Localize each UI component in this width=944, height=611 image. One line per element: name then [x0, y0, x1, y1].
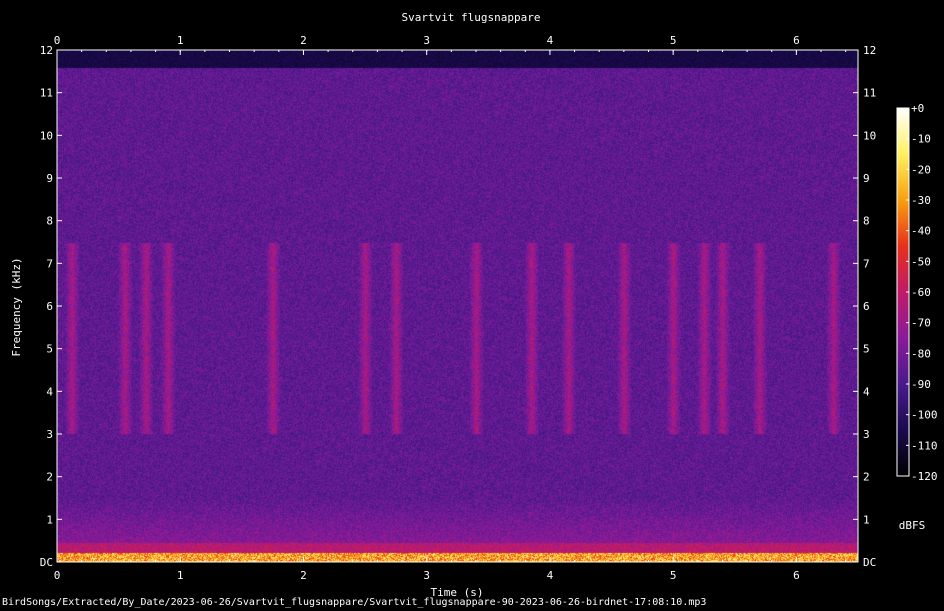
y-tick-label-right: 12 [863, 44, 876, 57]
y-tick-label-right: 11 [863, 87, 876, 100]
x-tick-label-top: 3 [423, 34, 430, 47]
colorbar-tick-label: -10 [911, 133, 931, 146]
y-tick-label-right: 2 [863, 471, 870, 484]
y-tick-label-left: 5 [46, 343, 53, 356]
y-tick-label-left: 9 [46, 172, 53, 185]
y-axis-label: Frequency (kHz) [10, 257, 23, 356]
x-tick-label-top: 2 [300, 34, 307, 47]
y-tick-label-right: DC [863, 556, 876, 569]
spectrogram-chart: Svartvit flugsnappare 00112233445566DC DC… [10, 11, 938, 599]
y-tick-label-left: 4 [46, 385, 53, 398]
y-tick-label-left: 10 [40, 129, 53, 142]
colorbar-tick-label: -80 [911, 347, 931, 360]
x-tick-label-bottom: 6 [793, 569, 800, 582]
x-tick-label-bottom: 3 [423, 569, 430, 582]
y-tick-label-right: 5 [863, 343, 870, 356]
x-tick-label-bottom: 4 [547, 569, 554, 582]
chart-title: Svartvit flugsnappare [401, 11, 540, 24]
y-tick-label-right: 10 [863, 129, 876, 142]
colorbar-tick-label: -50 [911, 255, 931, 268]
spectrogram-image [57, 50, 858, 562]
colorbar-tick-label: -60 [911, 286, 931, 299]
y-tick-label-right: 7 [863, 257, 870, 270]
x-tick-label-top: 6 [793, 34, 800, 47]
x-tick-label-bottom: 2 [300, 569, 307, 582]
y-tick-label-left: 12 [40, 44, 53, 57]
y-tick-label-right: 8 [863, 215, 870, 228]
colorbar-tick-label: -20 [911, 163, 931, 176]
colorbar-tick-label: -90 [911, 378, 931, 391]
file-path-footer: BirdSongs/Extracted/By_Date/2023-06-26/S… [2, 597, 707, 608]
colorbar-tick-label: -100 [911, 409, 938, 422]
colorbar-tick-label: -110 [911, 439, 938, 452]
colorbar-tick-label: +0 [911, 102, 924, 115]
x-tick-label-top: 5 [670, 34, 677, 47]
x-tick-label-top: 0 [54, 34, 61, 47]
y-tick-label-right: 1 [863, 513, 870, 526]
colorbar-tick-label: -30 [911, 194, 931, 207]
y-tick-label-left: DC [40, 556, 53, 569]
y-tick-label-right: 3 [863, 428, 870, 441]
colorbar-label: dBFS [899, 519, 926, 532]
y-tick-label-left: 2 [46, 471, 53, 484]
y-tick-label-left: 11 [40, 87, 53, 100]
y-tick-label-left: 1 [46, 513, 53, 526]
x-tick-label-top: 4 [547, 34, 554, 47]
colorbar-tick-label: -40 [911, 225, 931, 238]
y-tick-label-left: 6 [46, 300, 53, 313]
spectrogram-plot [57, 50, 858, 562]
colorbar: +0 -10 -20 -30 -40 -50 -60 -70 -80 -90 -100 -110 -12… [896, 102, 938, 483]
y-tick-label-left: 7 [46, 257, 53, 270]
x-tick-label-top: 1 [177, 34, 184, 47]
colorbar-tick-label: -120 [911, 470, 938, 483]
y-tick-label-left: 8 [46, 215, 53, 228]
y-tick-label-right: 6 [863, 300, 870, 313]
colorbar-tick-label: -70 [911, 317, 931, 330]
x-tick-label-bottom: 1 [177, 569, 184, 582]
y-tick-label-right: 4 [863, 385, 870, 398]
x-tick-label-bottom: 5 [670, 569, 677, 582]
y-tick-label-left: 3 [46, 428, 53, 441]
y-tick-label-right: 9 [863, 172, 870, 185]
x-tick-label-bottom: 0 [54, 569, 61, 582]
